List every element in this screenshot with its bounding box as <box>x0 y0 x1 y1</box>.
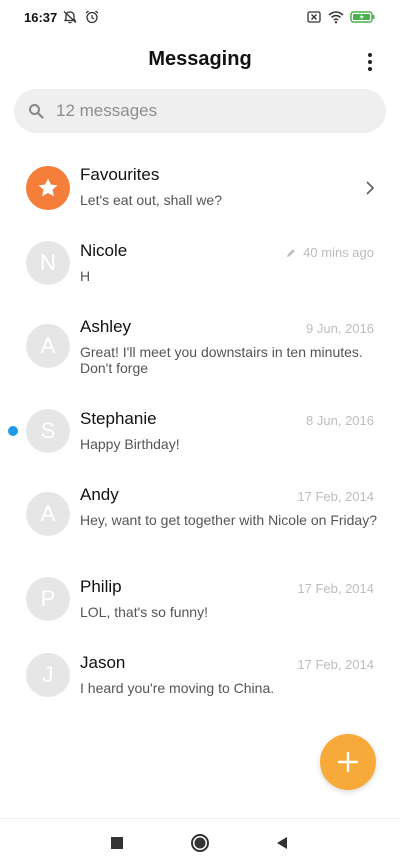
plus-icon <box>337 751 359 773</box>
conversation-preview: Let's eat out, shall we? <box>80 192 222 208</box>
more-dot <box>368 60 372 64</box>
conversation-date: 9 Jun, 2016 <box>306 321 374 336</box>
home-circle-icon <box>191 834 209 852</box>
avatar: S <box>26 409 70 453</box>
conversation-preview: Hey, want to get together with Nicole on… <box>80 512 378 528</box>
status-time: 16:37 <box>24 10 58 25</box>
conversation-name: Nicole <box>80 241 128 260</box>
conversation-name: Philip <box>80 577 122 596</box>
conversation-name: Stephanie <box>80 409 157 428</box>
search-icon <box>29 104 44 119</box>
favourites-item[interactable]: Favourites Let's eat out, shall we? <box>0 150 400 226</box>
avatar: J <box>26 653 70 697</box>
mute-notification-icon <box>63 11 77 24</box>
conversation-preview: Happy Birthday! <box>80 436 180 452</box>
more-options-button[interactable] <box>360 50 380 74</box>
favourites-avatar <box>26 166 70 210</box>
conversation-item[interactable]: A Ashley Great! I'll meet you downstairs… <box>0 302 400 394</box>
conversation-name: Andy <box>80 485 119 504</box>
back-triangle-icon <box>277 837 287 849</box>
recents-square-icon <box>111 837 123 849</box>
conversation-name: Ashley <box>80 317 132 336</box>
conversation-date: 8 Jun, 2016 <box>306 413 374 428</box>
conversation-date: 17 Feb, 2014 <box>297 657 374 672</box>
chevron-right-icon <box>366 181 375 195</box>
unread-indicator <box>8 426 18 436</box>
status-bar: 16:37 <box>0 0 400 36</box>
conversation-date: 40 mins ago <box>285 245 374 260</box>
conversation-preview: H <box>80 268 91 284</box>
avatar: P <box>26 577 70 621</box>
avatar: N <box>26 241 70 285</box>
recents-button[interactable] <box>107 833 127 853</box>
wifi-icon <box>328 11 344 24</box>
conversation-item[interactable]: S Stephanie Happy Birthday! 8 Jun, 2016 <box>0 394 400 470</box>
more-dot <box>368 67 372 71</box>
status-left-icons <box>62 10 100 24</box>
avatar: A <box>26 324 70 368</box>
conversation-date-text: 40 mins ago <box>303 245 374 260</box>
conversation-item[interactable]: P Philip LOL, that's so funny! 17 Feb, 2… <box>0 562 400 638</box>
pencil-draft-icon <box>287 248 295 257</box>
conversation-preview: LOL, that's so funny! <box>80 604 208 620</box>
conversation-item[interactable]: N Nicole H 40 mins ago <box>0 226 400 302</box>
avatar: A <box>26 492 70 536</box>
conversation-preview: I heard you're moving to China. <box>80 680 275 696</box>
conversation-item[interactable]: J Jason I heard you're moving to China. … <box>0 638 400 714</box>
app-header: Messaging <box>0 36 400 86</box>
alarm-icon <box>85 10 99 24</box>
sim-off-icon <box>307 11 321 23</box>
conversation-date: 17 Feb, 2014 <box>297 581 374 596</box>
system-nav-bar <box>0 818 400 866</box>
battery-charging-icon <box>350 11 375 23</box>
home-button[interactable] <box>190 833 210 853</box>
conversation-date: 17 Feb, 2014 <box>297 489 374 504</box>
back-button[interactable] <box>272 833 292 853</box>
conversation-name: Jason <box>80 653 126 672</box>
star-icon <box>38 178 58 197</box>
conversation-item[interactable]: A Andy Hey, want to get together with Ni… <box>0 470 400 562</box>
search-bar[interactable]: 12 messages <box>14 89 386 133</box>
page-title: Messaging <box>148 48 252 70</box>
conversation-preview: Great! I'll meet you downstairs in ten m… <box>80 344 363 376</box>
search-placeholder: 12 messages <box>56 101 158 120</box>
conversation-name: Favourites <box>80 165 160 184</box>
new-message-button[interactable] <box>320 734 376 790</box>
more-dot <box>368 53 372 57</box>
status-right-icons <box>306 10 376 24</box>
